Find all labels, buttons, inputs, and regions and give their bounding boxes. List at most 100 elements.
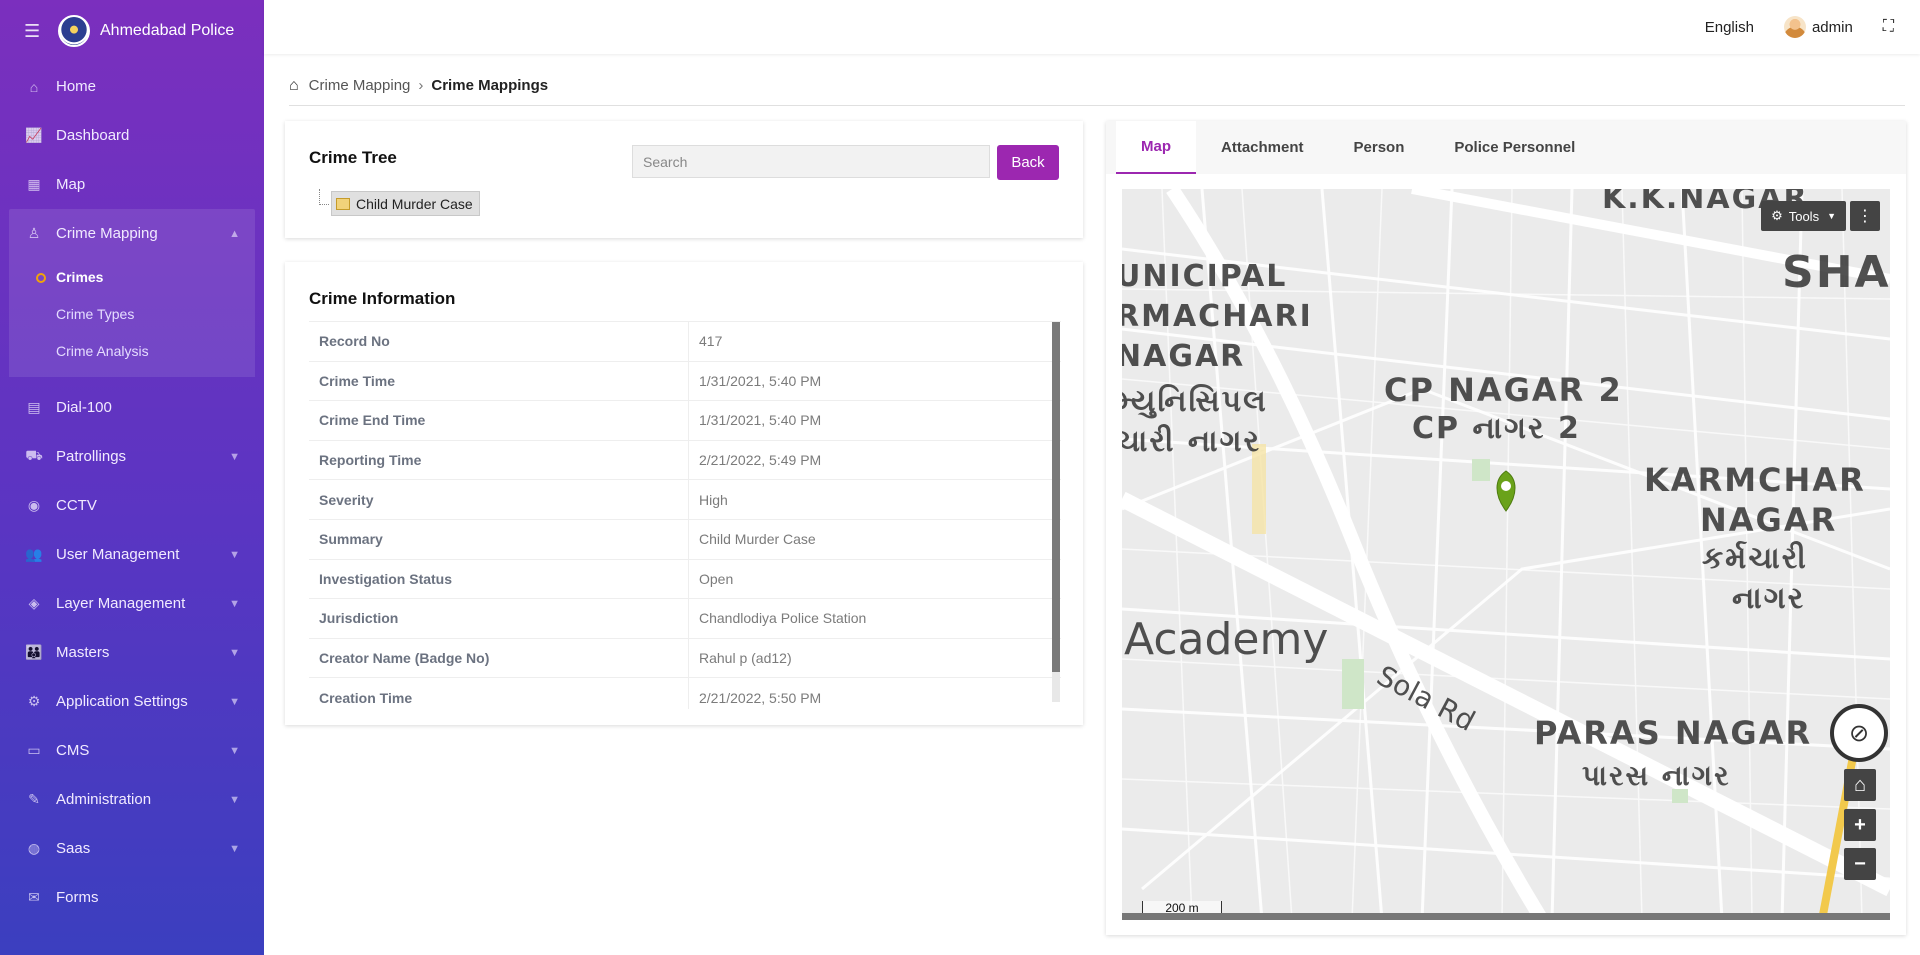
search-input[interactable] — [632, 145, 990, 178]
chevron-right-icon: › — [418, 77, 424, 94]
table-row: Summary Child Murder Case — [309, 519, 1061, 560]
field-label: Severity — [309, 480, 689, 519]
sidebar-item-forms[interactable]: ✉ Forms — [0, 873, 264, 922]
compass-icon[interactable]: ⊘ — [1830, 704, 1888, 762]
detail-tabs-card: Map Attachment Person Police Personnel K… — [1106, 121, 1906, 935]
sidebar-item-label: Masters — [56, 644, 110, 661]
tools-button[interactable]: ⚙ Tools ▼ — [1761, 201, 1846, 231]
field-label: Creator Name (Badge No) — [309, 638, 689, 678]
submenu-item-crimes[interactable]: Crimes — [9, 258, 255, 295]
field-label: Record No — [309, 322, 689, 361]
crime-mapping-submenu: Crimes Crime Types Crime Analysis — [9, 258, 255, 377]
chevron-icon: ▼ — [229, 646, 240, 659]
table-row: Creator Name (Badge No) Rahul p (ad12) — [309, 638, 1061, 679]
field-label: Creation Time — [309, 678, 689, 709]
map-label: RMACHARI — [1122, 299, 1313, 334]
sidebar-item-home[interactable]: ⌂ Home — [0, 62, 264, 111]
field-label: Summary — [309, 519, 689, 559]
brand-name: Ahmedabad Police — [100, 22, 235, 39]
home-icon[interactable]: ⌂ — [289, 77, 299, 95]
map-label: KARMCHAR — [1644, 461, 1866, 499]
sidebar-item-masters[interactable]: 👪 Masters ▼ — [0, 628, 264, 677]
tab-police-personnel[interactable]: Police Personnel — [1429, 121, 1600, 174]
language-selector[interactable]: English — [1705, 19, 1754, 36]
map-label: NAGAR — [1122, 339, 1246, 374]
sidebar-item-map[interactable]: ▦ Map — [0, 160, 264, 209]
submenu-item-crime-types[interactable]: Crime Types — [9, 295, 255, 332]
home-extent-icon[interactable]: ⌂ — [1844, 769, 1876, 801]
crime-information-title: Crime Information — [309, 289, 456, 308]
map-label: SHA — [1782, 247, 1890, 298]
home-icon: ⌂ — [29, 78, 39, 95]
zoom-in-button[interactable]: + — [1844, 809, 1876, 841]
sidebar-item-application-settings[interactable]: ⚙ Application Settings ▼ — [0, 677, 264, 726]
sidebar-item-cctv[interactable]: ◉ CCTV — [0, 481, 264, 530]
tab-bar: Map Attachment Person Police Personnel — [1106, 121, 1906, 174]
tab-person[interactable]: Person — [1329, 121, 1430, 174]
map-scrollbar[interactable] — [1122, 913, 1890, 920]
layers-icon: ◈ — [28, 595, 40, 611]
crime-tree-card: Crime Tree Back Child Murder Case — [285, 121, 1083, 238]
tree-node-label: Child Murder Case — [356, 195, 473, 212]
field-label: Crime End Time — [309, 401, 689, 440]
tab-attachment[interactable]: Attachment — [1196, 121, 1329, 174]
field-value: 1/31/2021, 5:40 PM — [699, 412, 822, 429]
sidebar-item-cms[interactable]: ▭ CMS ▼ — [0, 726, 264, 775]
breadcrumb-parent[interactable]: Crime Mapping — [309, 77, 411, 94]
settings-icon: ⚙ — [27, 693, 41, 709]
map-label: કર્મચારી — [1702, 541, 1808, 576]
map-label: CP NAGAR 2 — [1384, 371, 1623, 409]
back-button[interactable]: Back — [997, 145, 1059, 180]
sidebar-item-patrollings[interactable]: ⛟ Patrollings ▼ — [0, 432, 264, 481]
sidebar-item-administration[interactable]: ✎ Administration ▼ — [0, 775, 264, 824]
camera-icon: ◉ — [27, 497, 41, 513]
sidebar-item-label: Dashboard — [56, 127, 130, 144]
sidebar-item-user-management[interactable]: 👥 User Management ▼ — [0, 530, 264, 579]
field-value: 2/21/2022, 5:49 PM — [699, 452, 822, 469]
sidebar-item-dashboard[interactable]: 📈 Dashboard — [0, 111, 264, 160]
chart-icon: 📈 — [25, 127, 43, 143]
field-value: 1/31/2021, 5:40 PM — [699, 372, 822, 389]
field-value: Open — [699, 570, 734, 587]
sidebar-item-dial-100[interactable]: ▤ Dial-100 — [0, 383, 264, 432]
sidebar-nav: ⌂ Home 📈 Dashboard ▦ Map ♙ Crime Mapping ▲ Crimes… — [0, 62, 264, 922]
table-row: Jurisdiction Chandlodiya Police Station — [309, 599, 1061, 639]
sidebar-item-saas[interactable]: ◍ Saas ▼ — [0, 824, 264, 873]
tools-icon: ⚙ — [1771, 208, 1783, 223]
sidebar-item-label: Forms — [56, 889, 99, 906]
field-value: 2/21/2022, 5:50 PM — [699, 689, 822, 706]
map-label: PARAS NAGAR — [1534, 714, 1813, 752]
scrollbar-thumb[interactable] — [1052, 322, 1060, 672]
tab-map[interactable]: Map — [1116, 121, 1196, 174]
fullscreen-icon[interactable]: ⛶ — [1883, 18, 1894, 36]
avatar — [1783, 16, 1806, 38]
submenu-item-crime-analysis[interactable]: Crime Analysis — [9, 332, 255, 369]
field-value: Rahul p (ad12) — [699, 650, 792, 667]
map-label: મ્યુનિસિપલ — [1122, 384, 1268, 419]
table-row: Crime Time 1/31/2021, 5:40 PM — [309, 361, 1061, 402]
chevron-icon: ▼ — [229, 548, 240, 561]
breadcrumb-current: Crime Mappings — [431, 77, 549, 94]
user-menu[interactable]: admin — [1783, 16, 1853, 38]
chevron-icon: ▼ — [229, 744, 240, 757]
users-icon: 👥 — [25, 546, 43, 562]
map-view[interactable]: K.K.NAGAR UNICIPAL RMACHARI NAGAR મ્યુનિ… — [1122, 189, 1890, 920]
chevron-icon: ▼ — [229, 450, 240, 463]
zoom-out-button[interactable]: − — [1844, 848, 1876, 880]
masters-icon: 👪 — [25, 644, 43, 660]
sidebar-item-layer-management[interactable]: ◈ Layer Management ▼ — [0, 579, 264, 628]
menu-icon[interactable]: ☰ — [24, 21, 46, 42]
more-options-icon[interactable]: ⋮ — [1850, 201, 1880, 231]
chevron-icon: ▼ — [229, 842, 240, 855]
sidebar-item-label: Administration — [56, 791, 152, 808]
info-scrollbar[interactable] — [1052, 322, 1060, 702]
sidebar-item-label: Patrollings — [56, 448, 127, 465]
map-label: CP નાગર 2 — [1412, 411, 1581, 446]
map-icon: ▦ — [27, 176, 41, 192]
tree-node[interactable]: Child Murder Case — [331, 191, 480, 216]
map-label: પારસ નાગર — [1582, 759, 1731, 792]
folder-icon — [336, 197, 350, 210]
crime-tree-title: Crime Tree — [309, 148, 397, 167]
sidebar-item-crime-mapping[interactable]: ♙ Crime Mapping ▲ — [9, 209, 255, 258]
field-value: Chandlodiya Police Station — [699, 610, 867, 627]
